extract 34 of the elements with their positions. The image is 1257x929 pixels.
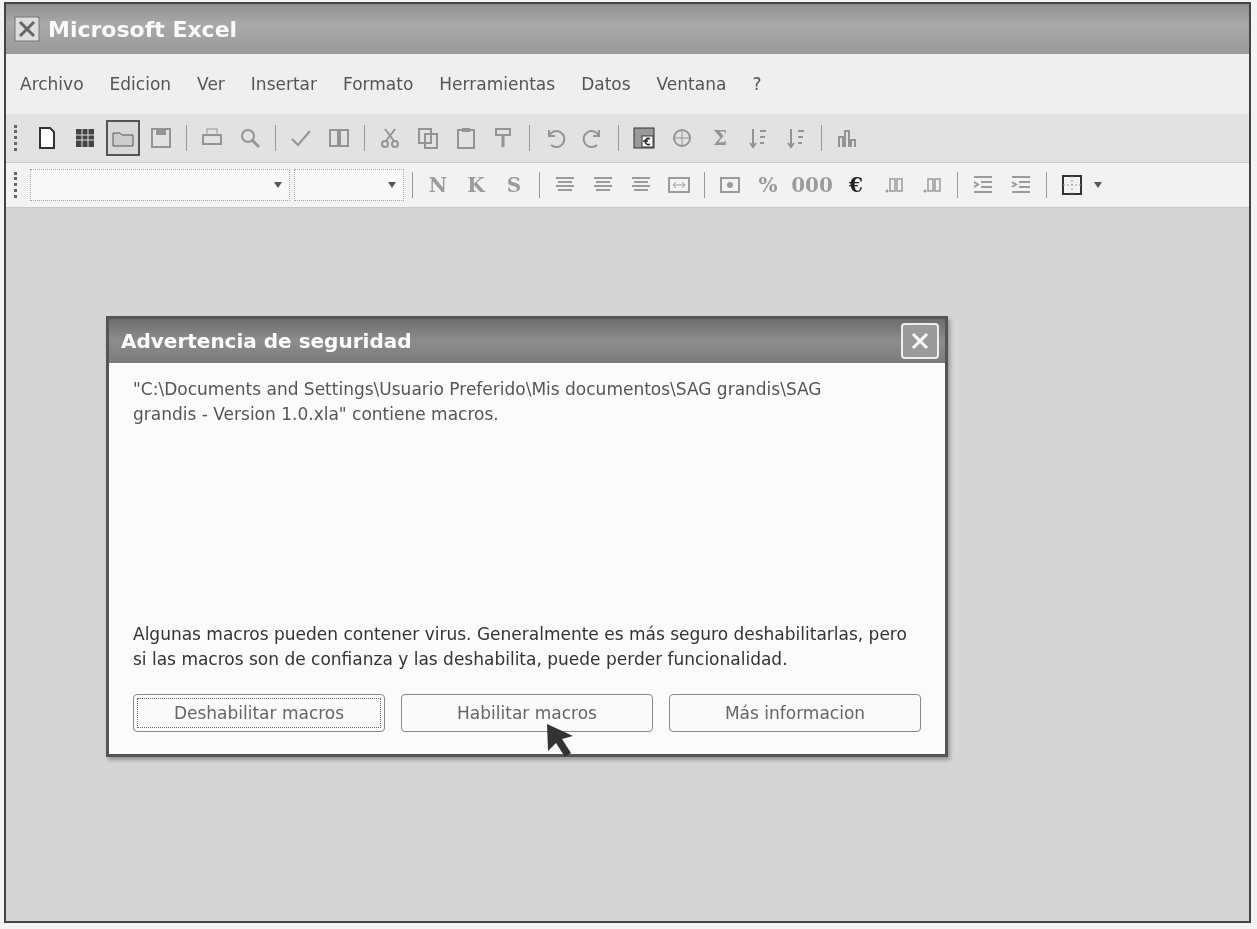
toolbar-button[interactable]: € [839,167,873,203]
warning-text: Algunas macros pueden contener virus. Generalmente es más seguro deshabilitarlas, pero si las macros son de confianza y las deshabilita, puede perder funcionalidad. [133,623,908,671]
menu-item[interactable]: Datos [581,74,631,94]
scissors-icon [378,126,402,150]
spreadsheet-icon [73,126,97,150]
caret-icon [1093,181,1103,189]
close-button[interactable] [901,323,939,359]
dropdown-field[interactable] [30,169,290,201]
caret-icon [273,181,283,189]
copy-icon [416,126,440,150]
dropdown-field[interactable] [294,169,404,201]
toolbar-button[interactable] [106,120,140,156]
message-text: "C:\Documents and Settings\Usuario Preferido\Mis documentos\SAG grandis\SAG grandis - Version 1.0.xla" contiene macros. [133,378,823,426]
globe-icon [670,126,694,150]
dialog-button[interactable]: Deshabilitar macros [133,694,385,732]
euro-sheet-icon [632,126,656,150]
close-icon [909,330,931,352]
menu-item[interactable]: Herramientas [439,74,556,94]
menu-item[interactable]: Edicion [109,74,172,94]
dialog-button[interactable]: Habilitar macros [401,694,653,732]
magnifier-icon [238,126,262,150]
caret-icon [387,181,397,189]
menu-item[interactable]: Archivo [20,74,84,94]
menu-item[interactable]: Insertar [250,74,317,94]
borders-icon [1060,173,1084,197]
menu-item[interactable]: Ventana [656,74,727,94]
menu-item[interactable]: ? [752,74,762,94]
menu-item[interactable]: Ver [197,74,225,94]
dialog-button[interactable]: Más informacion [669,694,921,732]
window-title: Microsoft Excel [48,16,238,42]
clipboard-icon [454,126,478,150]
menu-item[interactable]: Formato [343,74,414,94]
dialog-title: Advertencia de seguridad [121,329,412,353]
spreadsheet-logo-icon [14,16,40,42]
